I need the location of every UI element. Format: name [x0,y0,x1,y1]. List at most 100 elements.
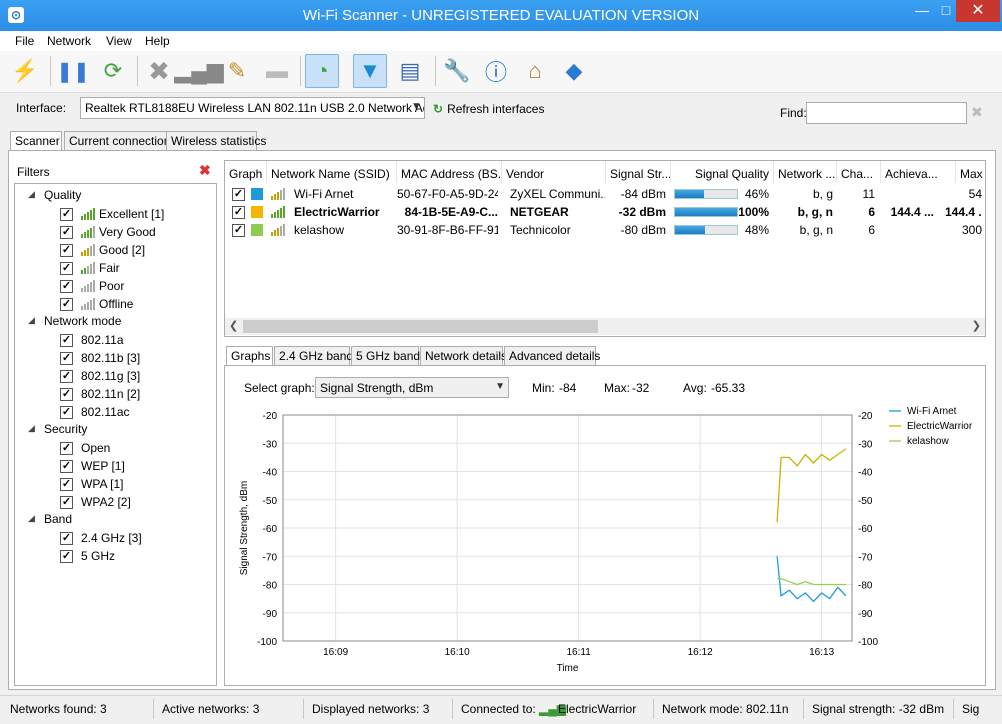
folder-icon[interactable]: ▬ [260,54,294,88]
tab-current-connection[interactable]: Current connection [64,131,173,150]
min-value: -84 [559,381,577,395]
network-table: Graph Network Name (SSID) MAC Address (BS.… [224,160,986,337]
filter-item[interactable]: ✓ Excellent [1] [60,206,164,222]
filter-item[interactable]: ✓ WPA [1] [60,476,123,492]
filter-item[interactable]: ✓ Good [2] [60,242,145,258]
power-off-icon[interactable]: ⚡ [8,54,42,88]
filter-item[interactable]: ✓ 5 GHz [60,548,115,564]
wrench-icon[interactable]: 🔧 [440,54,474,88]
checkbox[interactable]: ✓ [60,441,73,455]
achievable-cell [881,185,934,203]
filter-item[interactable]: ✓ Open [60,440,110,456]
row-checkbox[interactable]: ✓ [232,188,245,201]
menu-help[interactable]: Help [145,34,170,48]
find-input[interactable] [806,102,967,124]
tree-collapse-icon[interactable]: ◢ [28,189,35,200]
menu-network[interactable]: Network [47,34,91,48]
checkbox[interactable]: ✓ [60,405,73,419]
filter-item[interactable]: ✓ 2.4 GHz [3] [60,530,142,546]
close-button[interactable]: ✕ [956,0,1000,22]
filter-item-label: WPA [1] [81,477,124,491]
row-checkbox[interactable]: ✓ [232,206,245,219]
signal-remove-icon[interactable]: ▂▄▆ [174,54,223,88]
column-header[interactable]: Network Name (SSID) [267,161,397,183]
filter-item[interactable]: ✓ 802.11n [2] [60,386,140,402]
signal-cell: -84 dBm [620,187,666,201]
x-tick-label: 16:09 [323,647,348,658]
filter-item[interactable]: ✓ WPA2 [2] [60,494,131,510]
max-value: -32 [632,381,650,395]
checkbox[interactable]: ✓ [60,279,73,293]
filter-item[interactable]: ✓ Fair [60,260,120,276]
column-header[interactable]: Cha... [837,161,881,183]
scrollbar-thumb[interactable] [243,320,598,333]
filter-item[interactable]: ✓ 802.11b [3] [60,350,140,366]
checkbox[interactable]: ✓ [60,207,73,221]
filter-icon[interactable]: ▼ [353,54,387,88]
pause-icon[interactable]: ❚❚ [56,54,90,88]
filter-item[interactable]: ✓ 802.11a [60,332,124,348]
filter-item[interactable]: ✓ Offline [60,296,133,312]
scroll-right-icon[interactable]: ❯ [972,319,981,332]
clear-find-icon[interactable]: ✖ [971,104,983,121]
scroll-left-icon[interactable]: ❮ [229,319,238,332]
broom-icon[interactable]: ✎ [220,54,254,88]
channel-cell: 6 [868,205,875,219]
checkbox[interactable]: ✓ [60,333,73,347]
filter-item[interactable]: ✓ Poor [60,278,124,294]
notebook-icon[interactable]: ▤ [393,54,427,88]
tab-scanner[interactable]: Scanner [10,131,62,151]
filter-item[interactable]: ✓ 802.11ac [60,404,130,420]
table-row[interactable]: ✓ Wi-Fi Arnet 50-67-F0-A5-9D-24 ZyXEL Commu… [225,185,985,203]
close-filters-icon[interactable]: ✖ [199,162,211,179]
menu-file[interactable]: File [15,34,34,48]
checkbox[interactable]: ✓ [60,531,73,545]
checkbox[interactable]: ✓ [60,261,73,275]
interface-select[interactable]: Realtek RTL8188EU Wireless LAN 802.11n U… [80,97,425,119]
column-header[interactable]: Achieva... [881,161,956,183]
wifi-scan-icon[interactable]: ◔ [305,54,339,88]
checkbox[interactable]: ✓ [60,387,73,401]
refresh-interfaces-button[interactable]: ↻ Refresh interfaces [433,102,544,116]
tab-24ghz-band[interactable]: 2.4 GHz band [274,346,353,365]
column-header[interactable]: Signal Str... [606,161,671,183]
tab-graphs[interactable]: Graphs [226,346,273,366]
checkbox[interactable]: ✓ [60,297,73,311]
tab-wireless-statistics[interactable]: Wireless statistics [166,131,266,150]
checkbox[interactable]: ✓ [60,549,73,563]
filter-item[interactable]: ✓ 802.11g [3] [60,368,140,384]
info-icon[interactable]: ◆ [557,54,591,88]
checkbox[interactable]: ✓ [60,495,73,509]
menu-view[interactable]: View [106,34,132,48]
checkbox[interactable]: ✓ [60,477,73,491]
filter-item[interactable]: ✓ WEP [1] [60,458,125,474]
checkbox[interactable]: ✓ [60,351,73,365]
help-icon[interactable]: ⓘ [479,54,513,88]
refresh-icon[interactable]: ⟳ [96,54,130,88]
checkbox[interactable]: ✓ [60,225,73,239]
delete-icon[interactable]: ✖ [142,54,176,88]
horizontal-scrollbar[interactable]: ❮ ❯ [225,318,985,335]
column-header[interactable]: MAC Address (BS... [397,161,502,183]
column-header[interactable]: Max [956,161,985,183]
column-header[interactable]: Graph [225,161,267,183]
tab-network-details[interactable]: Network details [420,346,507,365]
table-row[interactable]: ✓ kelashow 30-91-8F-B6-FF-91 Technicolor -80… [225,221,985,239]
tab-advanced-details[interactable]: Advanced details [504,346,600,365]
checkbox[interactable]: ✓ [60,459,73,473]
filter-item[interactable]: ✓ Very Good [60,224,156,240]
tree-collapse-icon[interactable]: ◢ [28,315,35,326]
graph-select[interactable]: Signal Strength, dBm ▼ [315,377,509,398]
tree-collapse-icon[interactable]: ◢ [28,423,35,434]
tree-collapse-icon[interactable]: ◢ [28,513,35,524]
column-header[interactable]: Network ... [774,161,837,183]
row-checkbox[interactable]: ✓ [232,224,245,237]
checkbox[interactable]: ✓ [60,243,73,257]
home-icon[interactable]: ⌂ [518,54,552,88]
column-header[interactable]: Vendor [502,161,606,183]
y-tick-label: -40 [263,468,278,479]
tab-5ghz-band[interactable]: 5 GHz band [351,346,420,365]
checkbox[interactable]: ✓ [60,369,73,383]
table-row[interactable]: ✓ ElectricWarrior 84-1B-5E-A9-C... NETGEAR -… [225,203,985,221]
column-header[interactable]: Signal Quality [671,161,774,183]
